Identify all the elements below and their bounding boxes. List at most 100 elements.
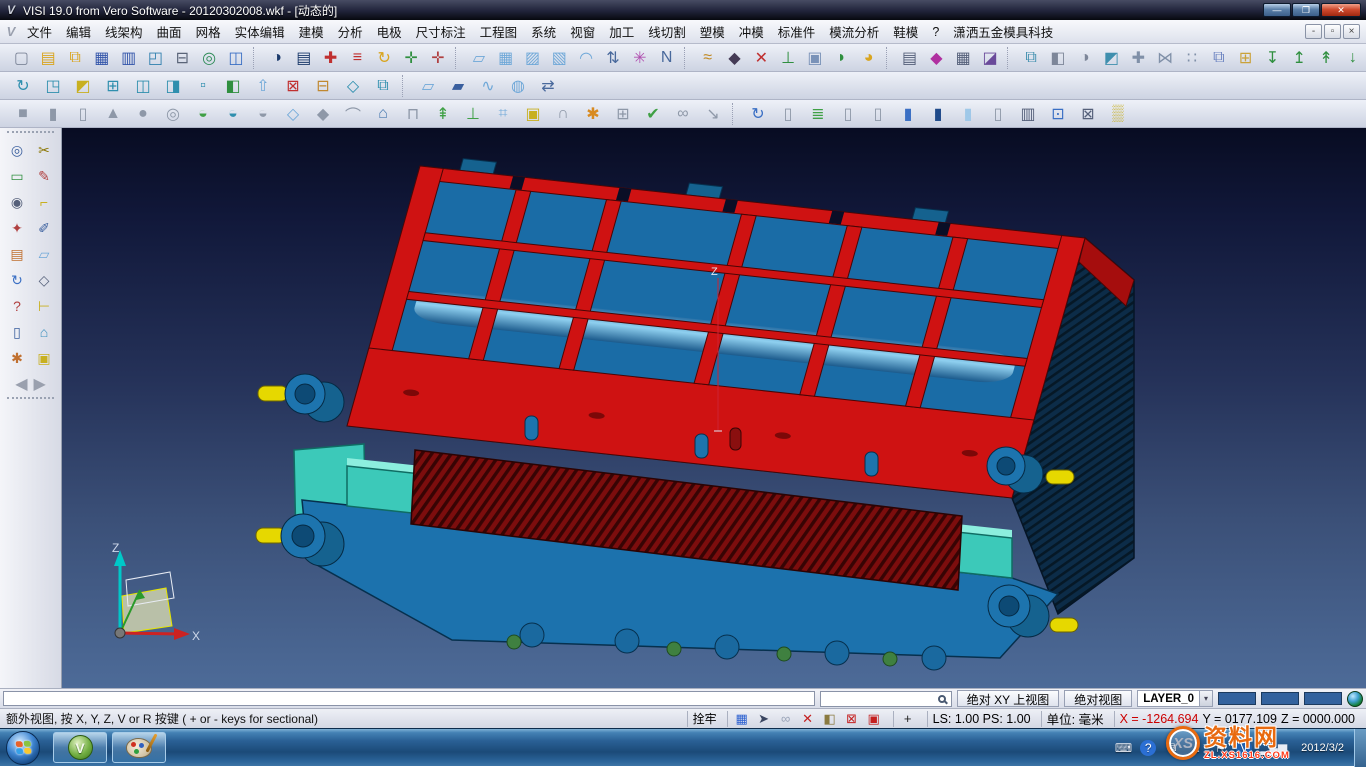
print-preview-icon[interactable]: ◎ xyxy=(196,45,223,71)
solid-copy-icon[interactable]: ⧉ xyxy=(368,73,398,99)
target-box-icon[interactable]: ▣ xyxy=(518,101,548,127)
redraw-view-icon[interactable]: ◑ xyxy=(264,45,291,71)
zoom-settings-icon[interactable]: ◉ xyxy=(4,190,31,214)
layer-color-swatch-2[interactable] xyxy=(1261,692,1299,705)
approve-check-icon[interactable]: ✔ xyxy=(638,101,668,127)
solid-delete-icon[interactable]: ⊠ xyxy=(278,73,308,99)
hole-refresh-icon[interactable]: ↻ xyxy=(743,101,773,127)
insert-pin-icon[interactable]: ↟ xyxy=(1313,45,1340,71)
solid-view-icon[interactable]: ◇ xyxy=(31,268,58,292)
smooth-surface-icon[interactable]: ◗ xyxy=(828,45,855,71)
cube-solid-icon[interactable]: ◆ xyxy=(308,101,338,127)
menu-item[interactable]: 曲面 xyxy=(150,19,189,44)
primitive-cone-icon[interactable]: ▲ xyxy=(98,101,128,127)
solid-sheet-icon[interactable]: ⊞ xyxy=(98,73,128,99)
split-window-icon[interactable]: ◫ xyxy=(223,45,250,71)
measure-icon[interactable]: ⊢ xyxy=(31,294,58,318)
hand-drop-icon[interactable]: ✱ xyxy=(578,101,608,127)
copy-icon[interactable]: ⧉ xyxy=(1205,45,1232,71)
remove-visible-icon[interactable]: ✛ xyxy=(424,45,451,71)
mill-block-icon[interactable]: ▦ xyxy=(950,45,977,71)
mold-3d-model[interactable]: Z Z X xyxy=(62,128,1366,688)
maximize-button[interactable]: ❐ xyxy=(1292,3,1320,17)
nudge-icon[interactable]: ↘ xyxy=(698,101,728,127)
taskbar-app-visi[interactable]: V xyxy=(53,732,107,763)
swap-order-icon[interactable]: ⇄ xyxy=(533,73,563,99)
keyboard-icon[interactable]: ⌨ xyxy=(1115,740,1132,756)
menu-item[interactable]: 工程图 xyxy=(473,19,525,44)
grid-snap-icon[interactable]: ▦ xyxy=(733,711,751,727)
tilt-block-icon[interactable]: ◪ xyxy=(977,45,1004,71)
lock-label[interactable]: 拴牢 xyxy=(693,710,717,727)
menu-item[interactable]: 分析 xyxy=(331,19,370,44)
surface-fan-icon[interactable]: ◠ xyxy=(573,45,600,71)
solid-shell-icon[interactable]: ◫ xyxy=(128,73,158,99)
refresh-model-icon[interactable]: ↻ xyxy=(4,268,31,292)
mdi-close-button[interactable]: × xyxy=(1343,24,1360,39)
surface-patch-icon[interactable]: ▨ xyxy=(519,45,546,71)
search-box[interactable] xyxy=(820,691,952,707)
pin-settings-icon[interactable]: ⊠ xyxy=(1073,101,1103,127)
save-model-icon[interactable]: ◰ xyxy=(142,45,169,71)
half-section-icon[interactable]: ◧ xyxy=(1045,45,1072,71)
layer-combo[interactable]: LAYER_0 ▾ xyxy=(1137,690,1213,707)
place-face-icon[interactable]: ↓ xyxy=(1339,45,1366,71)
pin-white-icon[interactable]: ▯ xyxy=(983,101,1013,127)
box-delete-icon[interactable]: ⊠ xyxy=(843,711,861,727)
shade-box-icon[interactable]: ◩ xyxy=(1098,45,1125,71)
show-hidden-icons[interactable]: ▴ xyxy=(1188,740,1204,756)
save-icon[interactable]: ▦ xyxy=(88,45,115,71)
link-small-icon[interactable]: ∞ xyxy=(668,101,698,127)
primitive-block-icon[interactable]: ▯ xyxy=(68,101,98,127)
link-solids-icon[interactable]: ⋈ xyxy=(1152,45,1179,71)
surface-lift-icon[interactable]: ⇧ xyxy=(248,73,278,99)
open-copy-icon[interactable]: ⧉ xyxy=(62,45,89,71)
pin-doc-icon[interactable]: ⊡ xyxy=(1043,101,1073,127)
magenta-solid-icon[interactable]: ◆ xyxy=(923,45,950,71)
print-icon[interactable]: ⊟ xyxy=(169,45,196,71)
surface-plane-icon[interactable]: ▱ xyxy=(466,45,493,71)
primitive-sphere-icon[interactable]: ● xyxy=(128,101,158,127)
zoom-select-icon[interactable]: ◎ xyxy=(4,138,31,162)
menu-item[interactable]: 鞋模 xyxy=(886,19,925,44)
solid-green-icon[interactable]: ◧ xyxy=(218,73,248,99)
surface-order-icon[interactable]: ⇅ xyxy=(600,45,627,71)
menu-item[interactable]: 实体编辑 xyxy=(228,19,292,44)
menu-item[interactable]: 模流分析 xyxy=(822,19,886,44)
cage-edit-icon[interactable]: ⌗ xyxy=(488,101,518,127)
render-view-icon[interactable]: ▣ xyxy=(802,45,829,71)
layer-color-swatch-1[interactable] xyxy=(1218,692,1256,705)
help-center-icon[interactable]: ? xyxy=(1140,740,1156,756)
export-layer-icon[interactable]: ▣ xyxy=(31,346,58,370)
taskbar-clock[interactable]: 2012/3/2 xyxy=(1291,742,1354,754)
action-center-icon[interactable]: ⚑ xyxy=(1212,740,1228,756)
tools-group-icon[interactable]: ✱ xyxy=(4,346,31,370)
history-back-icon[interactable]: ◀ xyxy=(15,374,27,394)
mirror-solid-icon[interactable]: ◑ xyxy=(1071,45,1098,71)
surface-star-icon[interactable]: ✳ xyxy=(626,45,653,71)
draft-analysis-icon[interactable]: ≈ xyxy=(694,45,721,71)
menu-item[interactable]: 视窗 xyxy=(563,19,602,44)
network-icon[interactable]: ▂▄▆ xyxy=(1260,740,1287,756)
view-orientation-button[interactable]: 绝对 XY 上视图 xyxy=(957,690,1059,707)
transform-icon[interactable]: ✚ xyxy=(1125,45,1152,71)
traffic-light-icon[interactable]: ≡ xyxy=(344,45,371,71)
bend-sheet-icon[interactable]: ⌒ xyxy=(338,101,368,127)
box-frame-icon[interactable]: ▣ xyxy=(865,711,883,727)
pin-light-icon[interactable]: ▮ xyxy=(953,101,983,127)
surface-trim-icon[interactable]: ▧ xyxy=(546,45,573,71)
menu-item[interactable]: 线架构 xyxy=(98,19,150,44)
hole-counterbore-icon[interactable]: ▯ xyxy=(833,101,863,127)
menu-item[interactable]: 文件 xyxy=(20,19,59,44)
menu-item[interactable]: 电极 xyxy=(370,19,409,44)
menu-item[interactable]: 建模 xyxy=(292,19,331,44)
layer-stack-icon[interactable]: ▤ xyxy=(4,242,31,266)
solid-base-icon[interactable]: ◩ xyxy=(68,73,98,99)
visi-tray-icon[interactable]: V xyxy=(1236,740,1252,756)
pin-blue-icon[interactable]: ▮ xyxy=(893,101,923,127)
layer-dropdown-icon[interactable]: ▾ xyxy=(1199,691,1212,706)
menu-item[interactable]: 尺寸标注 xyxy=(409,19,473,44)
surface-net-icon[interactable]: ▦ xyxy=(492,45,519,71)
hole-plain-icon[interactable]: ▯ xyxy=(773,101,803,127)
menu-item[interactable]: 网格 xyxy=(189,19,228,44)
